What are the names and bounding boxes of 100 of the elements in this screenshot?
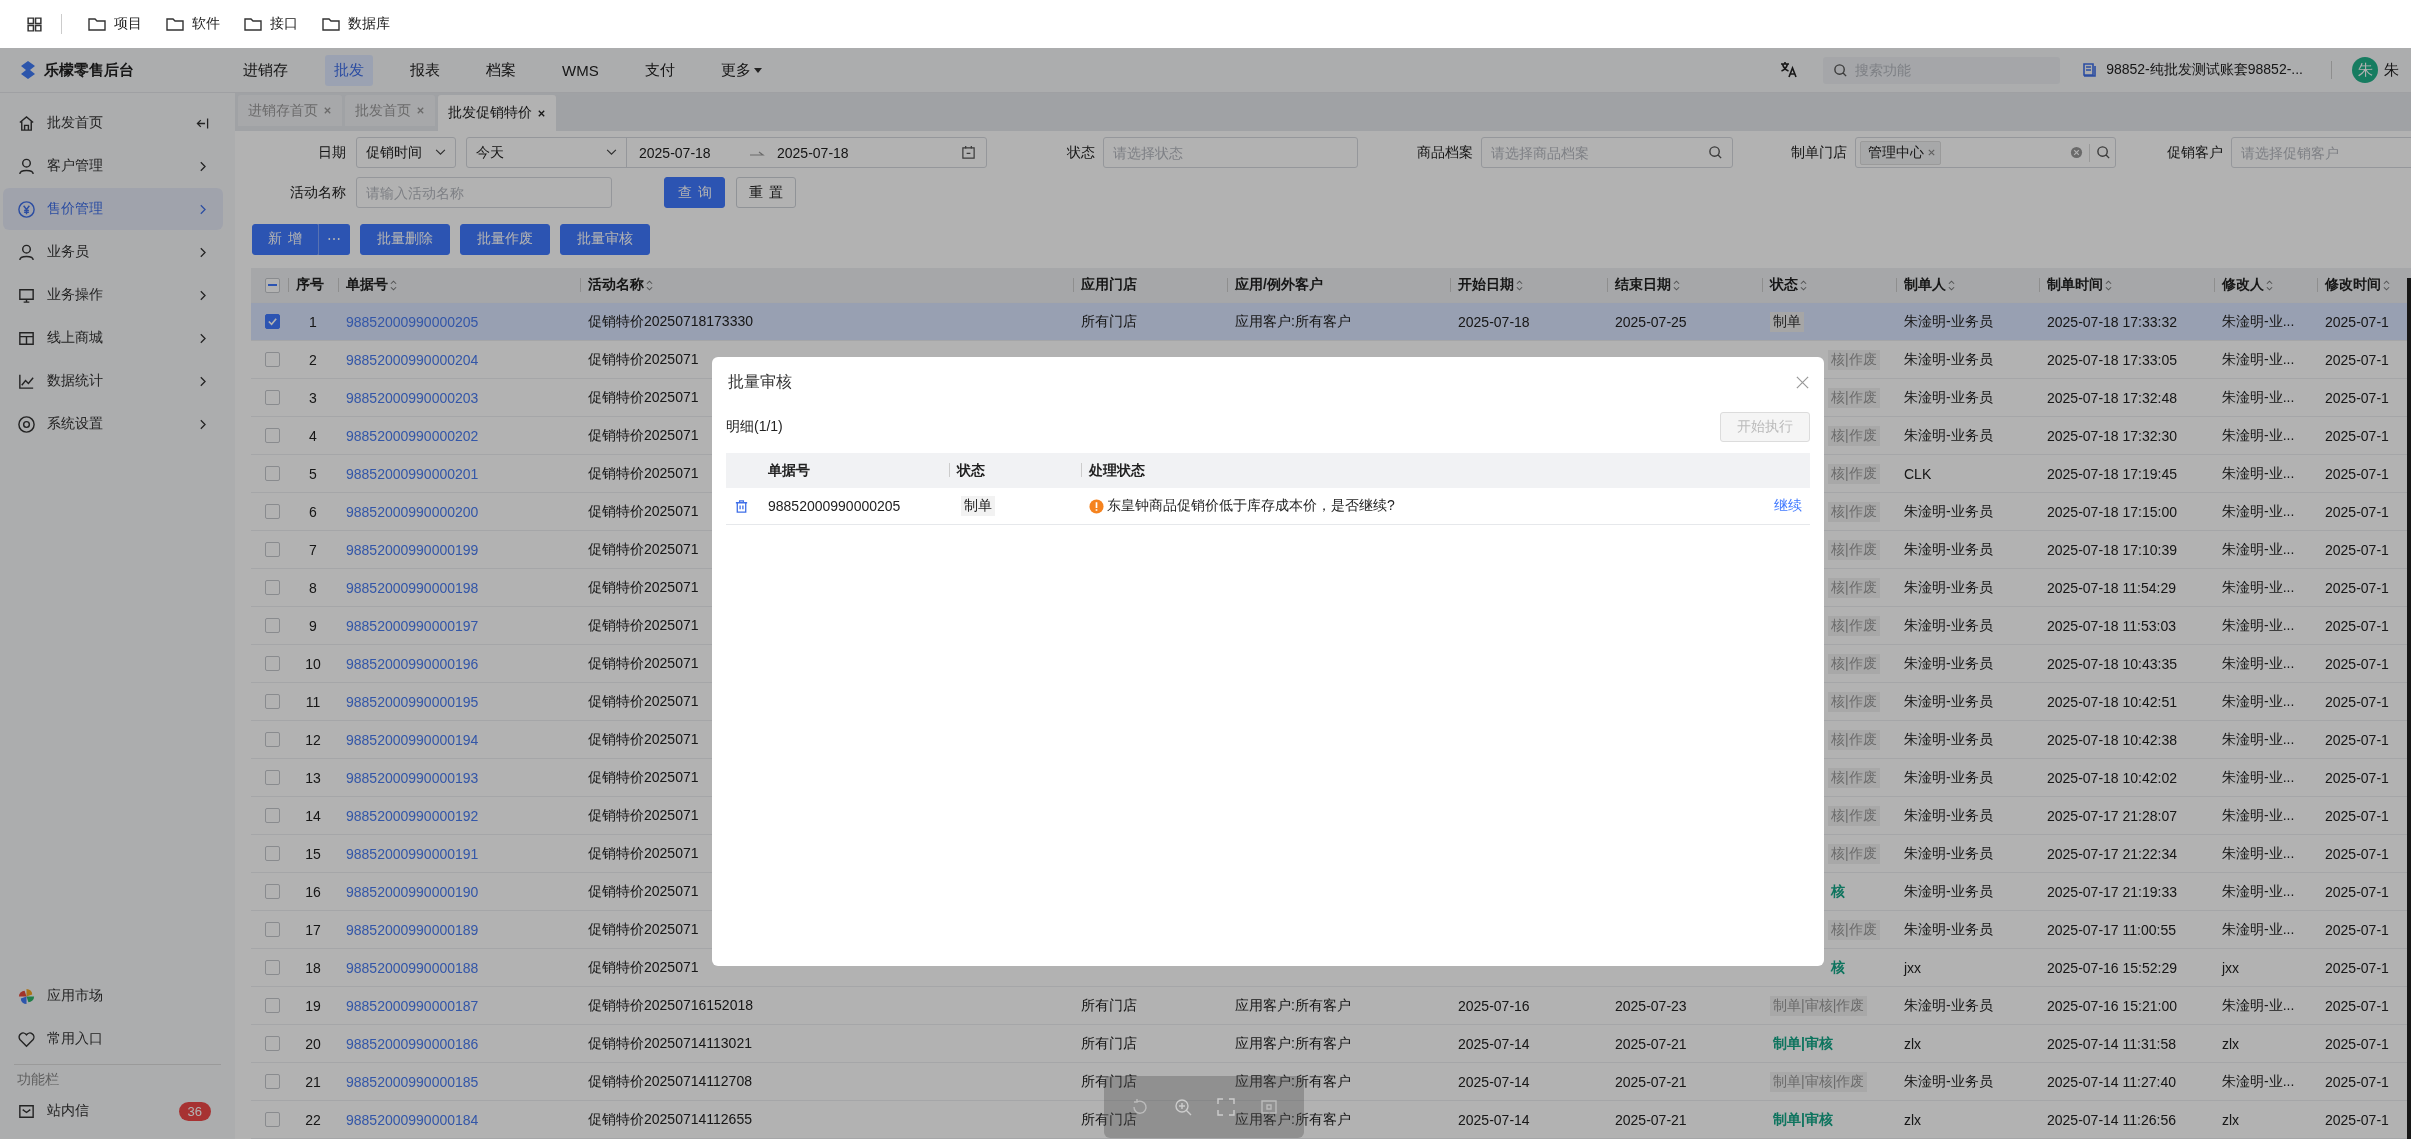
column-header[interactable]: 修改时间 (2325, 276, 2390, 294)
date-type-select[interactable]: 促销时间 (356, 137, 456, 168)
account-name[interactable]: 98852-纯批发测试账套98852-... (2106, 61, 2303, 79)
calendar-icon[interactable] (961, 145, 976, 160)
sidebar-item[interactable]: 客户管理 (3, 145, 223, 187)
checkbox[interactable] (265, 1074, 280, 1089)
column-header[interactable]: 制单人 (1904, 276, 1955, 294)
table-cell: 朱淦明-业务员 (1904, 578, 1993, 597)
column-header[interactable]: 制单时间 (2047, 276, 2112, 294)
checkbox[interactable] (265, 960, 280, 975)
sidebar-item[interactable]: 常用入口 (3, 1018, 223, 1060)
checkbox[interactable] (265, 998, 280, 1013)
sidebar-item[interactable]: 业务操作 (3, 274, 223, 316)
checkbox[interactable] (265, 732, 280, 747)
page-tab[interactable]: 批发促销特价 (438, 95, 556, 131)
checkbox[interactable] (265, 1112, 280, 1127)
checkbox[interactable] (265, 884, 280, 899)
bookmark-link[interactable]: 数据库 (348, 15, 390, 33)
row-number: 12 (305, 731, 321, 748)
table-cell: 促销特价2025071 (588, 350, 699, 369)
sort-icon[interactable] (2383, 278, 2390, 292)
checkbox[interactable] (265, 314, 280, 329)
column-header[interactable]: 单据号 (346, 276, 397, 294)
column-header[interactable]: 结束日期 (1615, 276, 1680, 294)
checkbox[interactable] (265, 542, 280, 557)
table-cell: 2025-07-1 (2325, 921, 2389, 938)
checkbox[interactable] (265, 846, 280, 861)
checkbox[interactable] (265, 390, 280, 405)
row-number: 20 (305, 1035, 321, 1052)
checkbox[interactable] (265, 277, 280, 293)
date-preset-select[interactable]: 今天 (467, 138, 627, 167)
column-header[interactable]: 修改人 (2222, 276, 2273, 294)
clear-icon[interactable] (2070, 146, 2083, 159)
checkbox[interactable] (265, 922, 280, 937)
close-icon[interactable] (537, 108, 546, 118)
checkbox[interactable] (265, 352, 280, 367)
checkbox[interactable] (265, 504, 280, 519)
nav-menu-item[interactable]: 档案 (477, 54, 525, 86)
bookmark-link[interactable]: 接口 (270, 15, 298, 33)
table-cell: 2025-07-1 (2325, 883, 2389, 900)
bookmark-link[interactable]: 软件 (192, 15, 220, 33)
reset-button[interactable]: 重置 (736, 177, 796, 208)
sidebar-item[interactable]: 系统设置 (3, 403, 223, 445)
sort-icon[interactable] (1948, 278, 1955, 292)
sort-icon[interactable] (390, 278, 397, 292)
sidebar-item[interactable]: 应用市场 (3, 975, 223, 1017)
nav-menu-item[interactable]: 更多 (711, 54, 771, 86)
search-icon[interactable] (2096, 145, 2111, 160)
sort-icon[interactable] (646, 278, 653, 292)
sort-icon[interactable] (1673, 278, 1680, 292)
table-cell: 促销特价2025071 (588, 730, 699, 749)
nav-menu-item[interactable]: 报表 (401, 54, 449, 86)
checkbox[interactable] (265, 428, 280, 443)
table-cell: 2025-07-1 (2325, 579, 2389, 596)
column-header[interactable]: 活动名称 (588, 276, 653, 294)
checkbox[interactable] (265, 694, 280, 709)
nav-menu-item[interactable]: WMS (553, 54, 608, 86)
sort-icon[interactable] (1800, 278, 1807, 292)
folder-icon (88, 17, 106, 31)
sidebar-item[interactable]: 业务员 (3, 231, 223, 273)
checkbox[interactable] (265, 808, 280, 823)
sidebar-item[interactable]: 线上商城 (3, 317, 223, 359)
bookmark-link[interactable]: 项目 (114, 15, 142, 33)
column-header[interactable]: 状态 (1770, 276, 1807, 294)
add-button[interactable]: 新增 (252, 223, 318, 255)
checkbox[interactable] (265, 580, 280, 595)
checkbox[interactable] (265, 770, 280, 785)
sort-icon[interactable] (1516, 278, 1523, 292)
apps-icon[interactable] (26, 15, 43, 33)
checkbox[interactable] (265, 618, 280, 633)
table-cell: 2025-07-17 11:00:55 (2047, 921, 2176, 938)
date-from-field[interactable]: 2025-07-18 (639, 144, 749, 161)
store-select[interactable]: 管理中心 (1855, 137, 2116, 168)
checkbox[interactable] (265, 656, 280, 671)
nav-menu-item[interactable]: 进销存 (234, 54, 297, 86)
book-icon (2082, 62, 2099, 78)
table-cell: 朱淦明-业... (2222, 616, 2295, 635)
nav-menu-item[interactable]: 支付 (635, 54, 684, 86)
table-cell: 2025-07-16 (1458, 997, 1530, 1014)
table-cell: 所有门店 (1081, 312, 1137, 331)
table-cell: 所有门店 (1081, 1034, 1137, 1053)
warning-icon (1089, 498, 1104, 514)
column-header[interactable]: 开始日期 (1458, 276, 1523, 294)
sidebar-item[interactable]: 批发首页 (3, 102, 223, 144)
checkbox[interactable] (265, 466, 280, 481)
translate-icon[interactable] (1779, 60, 1800, 80)
trash-icon[interactable] (734, 498, 749, 514)
row-number: 7 (309, 541, 317, 558)
table-cell: 2025-07-18 10:42:02 (2047, 769, 2177, 786)
checkbox[interactable] (265, 1036, 280, 1051)
zoom-in-icon[interactable] (1172, 1097, 1193, 1117)
table-cell: 朱淦明-业务员 (1904, 388, 1993, 407)
sidebar-item[interactable]: 数据统计 (3, 360, 223, 402)
date-to-field[interactable]: 2025-07-18 (777, 144, 887, 161)
sidebar-item[interactable]: 站内信 36 (3, 1090, 223, 1132)
continue-link[interactable]: 继续 (1774, 497, 1802, 515)
sort-icon[interactable] (2105, 278, 2112, 292)
sort-icon[interactable] (2266, 278, 2273, 292)
expand-icon[interactable] (1215, 1097, 1236, 1117)
table-cell: 朱淦明-业务员 (1904, 350, 1993, 369)
